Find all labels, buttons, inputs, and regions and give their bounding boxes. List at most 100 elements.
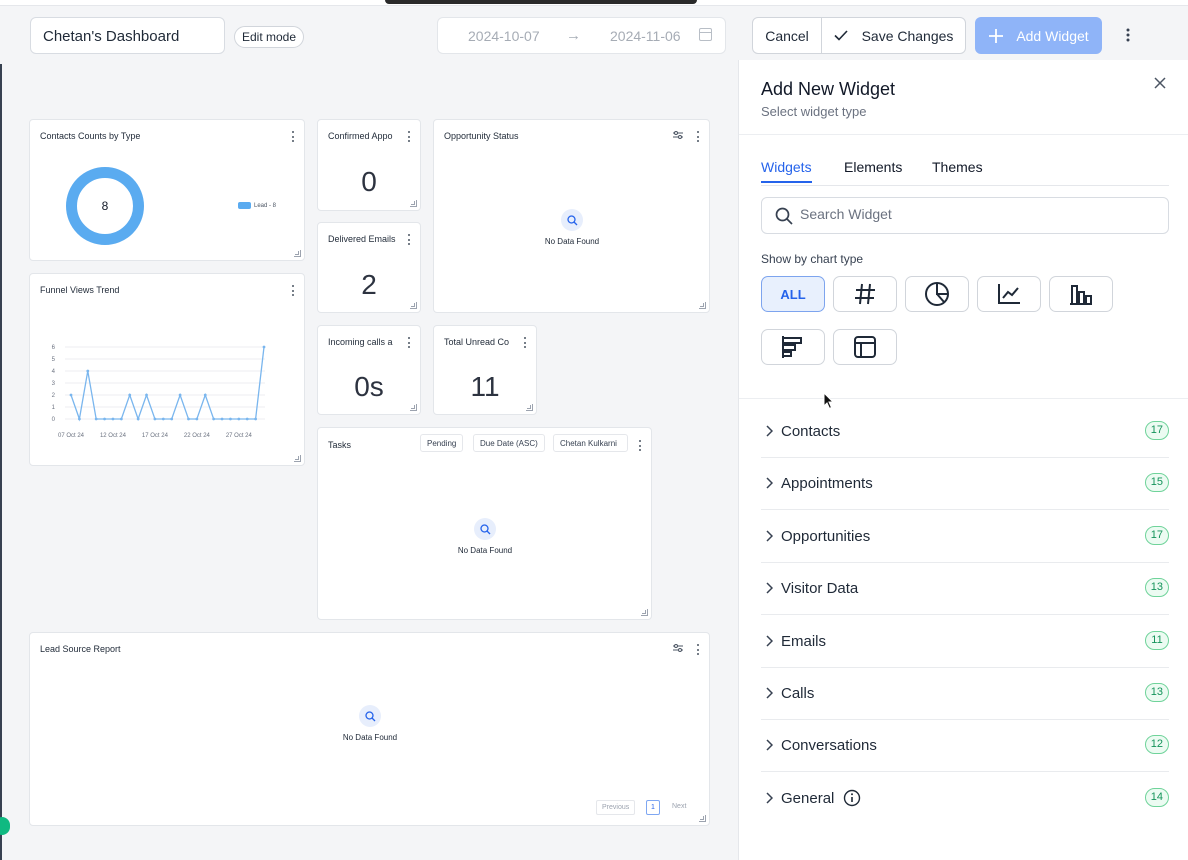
chevron-right-icon <box>766 792 773 804</box>
tab-elements[interactable]: Elements <box>844 159 902 181</box>
dashboard-title-input[interactable]: Chetan's Dashboard <box>30 17 225 54</box>
widget-menu-icon[interactable] <box>407 234 411 245</box>
screen-notch <box>385 0 697 4</box>
category-row-contacts[interactable]: Contacts 17 <box>761 406 1169 458</box>
data-point <box>178 393 182 397</box>
data-point <box>229 417 232 421</box>
add-widget-panel: Add New Widget Select widget type Widget… <box>738 60 1188 860</box>
search-input[interactable] <box>800 206 1140 222</box>
next-page-button[interactable]: Next <box>667 800 692 815</box>
widget-menu-icon[interactable] <box>696 131 700 142</box>
resize-handle-icon[interactable] <box>410 200 417 207</box>
cancel-button[interactable]: Cancel <box>753 18 822 53</box>
more-options-icon[interactable] <box>1117 23 1139 47</box>
widget-menu-icon[interactable] <box>407 131 411 142</box>
x-tick-label: 12 Oct 24 <box>100 433 127 439</box>
widget-tasks[interactable]: Tasks Pending Due Date (ASC) Chetan Kulk… <box>317 427 652 620</box>
resize-handle-icon[interactable] <box>410 404 417 411</box>
date-end[interactable]: 2024-11-06 <box>610 28 681 44</box>
chart-type-all[interactable]: ALL <box>761 276 825 312</box>
data-point <box>94 417 98 421</box>
metric-value: 0s <box>354 371 384 402</box>
left-edge-border <box>0 64 2 860</box>
metric-value: 2 <box>361 269 377 300</box>
chart-type-line[interactable] <box>977 276 1041 312</box>
info-icon[interactable] <box>843 789 861 807</box>
category-label: Contacts <box>781 423 841 440</box>
resize-handle-icon[interactable] <box>699 302 706 309</box>
widget-menu-icon[interactable] <box>523 337 527 348</box>
bar-chart-icon <box>1070 285 1092 305</box>
widget-delivered-emails[interactable]: Delivered Emails 2 <box>317 222 421 313</box>
data-point <box>195 417 199 421</box>
page-number-button[interactable]: 1 <box>646 800 660 815</box>
category-label: Visitor Data <box>781 580 859 598</box>
widget-total-unread[interactable]: Total Unread Co 11 <box>433 325 537 415</box>
category-label: Appointments <box>781 475 873 493</box>
widget-menu-icon[interactable] <box>696 644 700 655</box>
resize-handle-icon[interactable] <box>526 404 533 411</box>
status-filter-select[interactable]: Pending <box>420 434 464 452</box>
hash-icon <box>855 283 875 305</box>
category-row-opportunities[interactable]: Opportunities 17 <box>761 511 1169 563</box>
resize-handle-icon[interactable] <box>641 609 648 616</box>
filter-icon[interactable] <box>673 130 683 140</box>
mouse-cursor-icon <box>823 392 835 410</box>
calendar-icon[interactable] <box>699 28 712 41</box>
data-point <box>69 393 73 397</box>
save-changes-button[interactable]: Save Changes <box>822 18 965 53</box>
widget-incoming-calls[interactable]: Incoming calls a 0s <box>317 325 421 415</box>
panel-tabs: Widgets Elements Themes <box>761 159 1169 186</box>
data-point <box>220 417 224 421</box>
widget-menu-icon[interactable] <box>407 337 411 348</box>
tab-themes[interactable]: Themes <box>932 159 983 181</box>
category-label: Calls <box>781 685 815 702</box>
category-count-badge: 17 <box>1144 525 1169 545</box>
widget-search[interactable] <box>761 197 1169 234</box>
widget-lead-source-report[interactable]: Lead Source Report No Data Found Previou… <box>29 632 710 826</box>
data-point <box>212 417 216 421</box>
data-point <box>187 417 190 421</box>
previous-page-button[interactable]: Previous <box>596 800 636 815</box>
widget-title: Total Unread Co <box>444 337 510 347</box>
chart-type-number[interactable] <box>833 276 897 312</box>
tab-widgets[interactable]: Widgets <box>761 159 812 183</box>
empty-state-text: No Data Found <box>342 733 398 742</box>
resize-handle-icon[interactable] <box>699 815 706 822</box>
add-widget-label: Add Widget <box>1016 27 1089 44</box>
date-range-picker[interactable]: 2024-10-07 → 2024-11-06 <box>437 17 726 54</box>
close-icon[interactable] <box>1153 76 1167 90</box>
category-row-general[interactable]: General 14 <box>761 773 1169 825</box>
empty-state: No Data Found <box>522 209 622 246</box>
resize-handle-icon[interactable] <box>294 250 301 257</box>
add-widget-button[interactable]: Add Widget <box>975 17 1102 54</box>
help-bubble[interactable] <box>0 817 10 835</box>
category-count-badge: 13 <box>1144 683 1169 702</box>
resize-handle-icon[interactable] <box>294 455 301 462</box>
x-tick-label: 17 Oct 24 <box>142 433 169 439</box>
widget-menu-icon[interactable] <box>638 440 642 451</box>
user-filter-select[interactable]: Chetan Kulkarni <box>553 434 628 452</box>
widget-menu-icon[interactable] <box>291 131 295 142</box>
filter-icon[interactable] <box>673 643 683 653</box>
chart-type-pie[interactable] <box>905 276 969 312</box>
chart-type-bar[interactable] <box>1049 276 1113 312</box>
date-start[interactable]: 2024-10-07 <box>468 28 540 44</box>
data-point <box>237 417 241 421</box>
sort-filter-select[interactable]: Due Date (ASC) <box>473 434 545 452</box>
widget-title: Delivered Emails <box>328 234 396 244</box>
category-row-visitor-data[interactable]: Visitor Data 13 <box>761 563 1169 616</box>
y-tick-label: 3 <box>52 381 56 387</box>
widget-contacts-counts-by-type[interactable]: Contacts Counts by Type 8 Lead - 8 <box>29 119 305 261</box>
chart-type-table[interactable] <box>833 329 897 365</box>
widget-funnel-views-trend[interactable]: Funnel Views Trend 0 1 2 3 4 5 6 07 Oct 24 12 Oc… <box>29 273 305 466</box>
resize-handle-icon[interactable] <box>410 302 417 309</box>
category-row-conversations[interactable]: Conversations 12 <box>761 720 1169 773</box>
widget-opportunity-status[interactable]: Opportunity Status No Data Found <box>433 119 710 313</box>
category-row-calls[interactable]: Calls 13 <box>761 668 1169 720</box>
widget-confirmed-appointments[interactable]: Confirmed Appo 0 <box>317 119 421 211</box>
category-row-appointments[interactable]: Appointments 15 <box>761 458 1169 511</box>
category-row-emails[interactable]: Emails 11 <box>761 616 1169 668</box>
chart-type-horizontal-bar[interactable] <box>761 329 825 365</box>
data-point <box>262 345 266 349</box>
